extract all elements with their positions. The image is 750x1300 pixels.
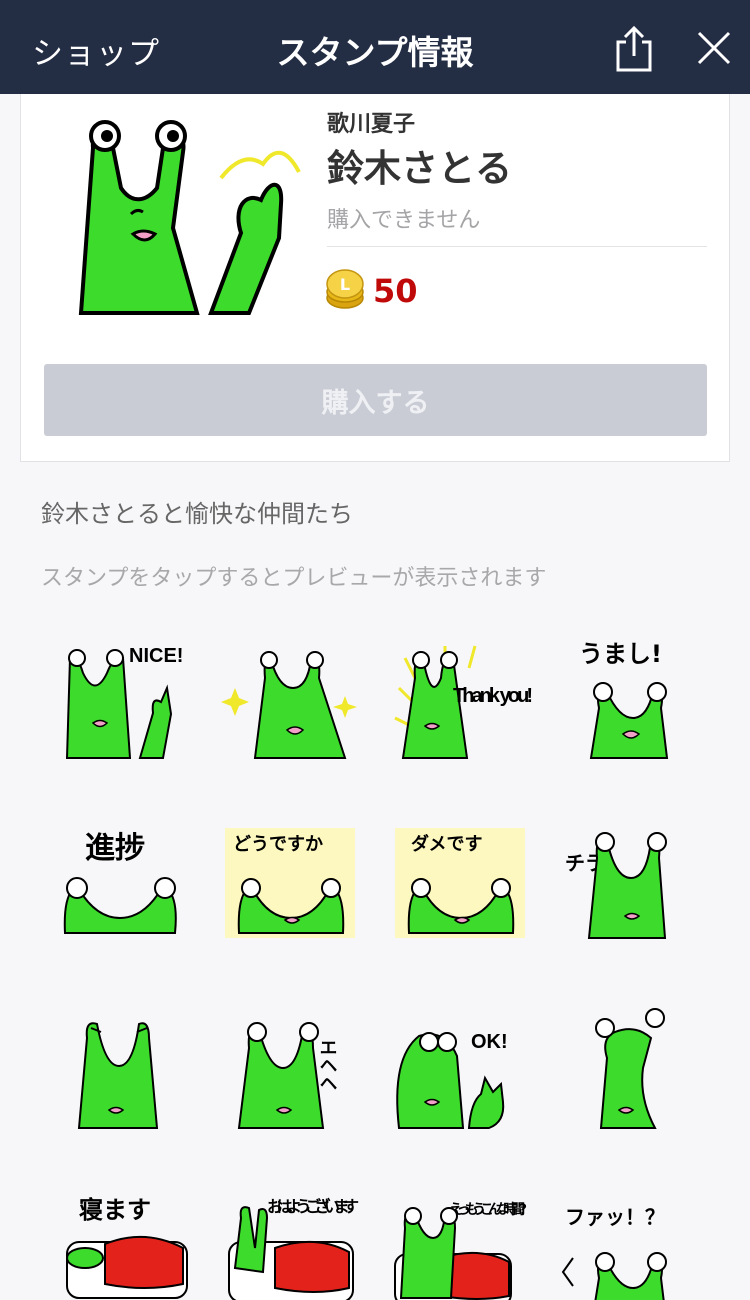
buy-button[interactable]: 購入する <box>44 364 707 436</box>
coin-icon: L <box>325 268 365 310</box>
sticker-item[interactable]: Thank you! <box>385 618 535 788</box>
sticker-item[interactable]: NICE! <box>45 618 195 788</box>
sticker-caption: うまし! <box>579 640 662 668</box>
sticker-caption: NICE! <box>129 645 183 667</box>
sticker-item[interactable]: おはようございます <box>215 1188 365 1300</box>
author-name[interactable]: 歌川夏子 <box>327 106 415 138</box>
sticker-caption: OK! <box>471 1031 508 1053</box>
sticker-caption: おはようございます <box>267 1197 359 1216</box>
divider <box>327 246 707 247</box>
sticker-item[interactable]: 寝ます <box>45 1188 195 1300</box>
sticker-item[interactable]: チラ <box>555 808 705 978</box>
close-icon[interactable] <box>696 30 732 66</box>
sticker-item[interactable]: 進捗 <box>45 808 195 978</box>
share-icon[interactable] <box>612 24 656 72</box>
sticker-item[interactable]: ファッ！？ <box>555 1188 705 1300</box>
sticker-caption: えっもうこんな時間? <box>449 1201 527 1218</box>
sticker-item[interactable] <box>555 998 705 1168</box>
purchase-status: 購入できません <box>327 208 481 233</box>
preview-hint: スタンプをタップするとプレビューが表示されます <box>41 566 547 591</box>
sticker-item[interactable]: OK! <box>385 998 535 1168</box>
main-sticker-image <box>73 108 313 318</box>
sticker-caption: ファッ！？ <box>565 1205 665 1229</box>
sticker-caption: 進捗 <box>85 831 145 866</box>
product-card: 歌川夏子 鈴木さとる 購入できません L 50 購入する <box>20 94 730 462</box>
sticker-item[interactable]: エヘヘ <box>215 998 365 1168</box>
sticker-caption: エヘヘ <box>317 1038 338 1092</box>
svg-text:L: L <box>340 275 350 294</box>
sticker-item[interactable]: うまし! <box>555 618 705 788</box>
sticker-item[interactable]: えっもうこんな時間? <box>385 1188 535 1300</box>
price-value: 50 <box>373 272 418 310</box>
sticker-item[interactable]: ダメです <box>385 808 535 978</box>
nav-bar: ショップ スタンプ情報 <box>0 0 750 94</box>
sticker-item[interactable] <box>45 998 195 1168</box>
sticker-package-title: 鈴木さとる <box>327 147 512 190</box>
package-description: 鈴木さとると愉快な仲間たち <box>41 500 353 528</box>
sticker-item[interactable]: どうですか <box>215 808 365 978</box>
sticker-caption: Thank you! <box>453 685 533 707</box>
sticker-caption: 寝ます <box>79 1196 151 1224</box>
sticker-caption: どうですか <box>233 834 323 855</box>
sticker-item[interactable] <box>215 618 365 788</box>
sticker-caption: ダメです <box>411 833 482 855</box>
